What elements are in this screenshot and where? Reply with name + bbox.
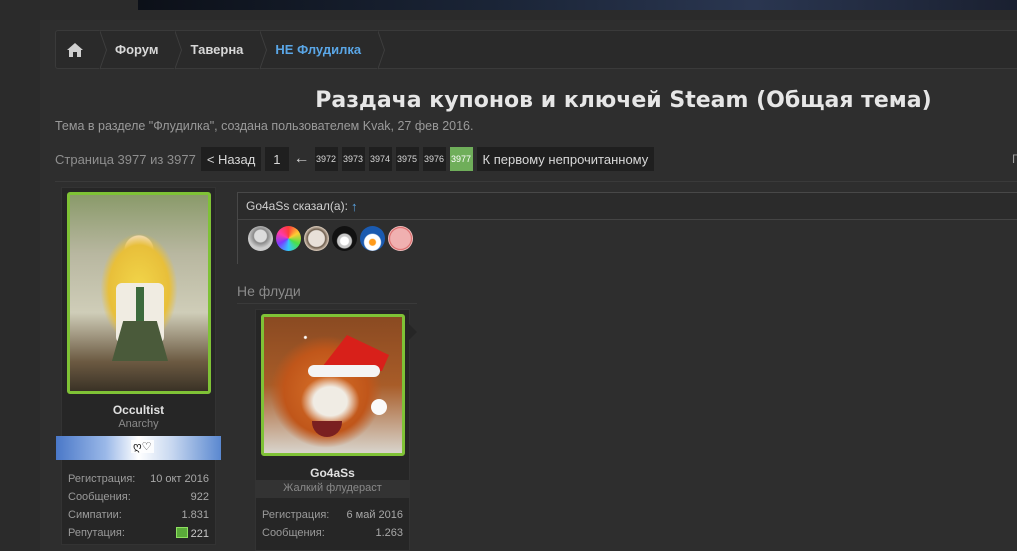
reputation-value: 221 [175, 526, 209, 540]
page-link[interactable]: 3974 [368, 147, 392, 171]
stat-label: Репутация: [68, 527, 125, 539]
page-link[interactable]: 3976 [422, 147, 446, 171]
user-stats: Регистрация: 6 май 2016 Сообщения: 1.263 [262, 506, 403, 542]
divider [55, 181, 1017, 182]
user-stats: Регистрация: 10 окт 2016 Сообщения: 922 … [68, 470, 209, 542]
avatar[interactable] [67, 192, 211, 394]
user-banner: ღ♡ [56, 436, 221, 460]
avatar-art-brim [308, 365, 380, 377]
quote-author: Go4aSs сказал(а): [246, 199, 348, 213]
stat-label: Регистрация: [262, 509, 330, 521]
username[interactable]: Go4aSs [255, 466, 410, 480]
page-link-first[interactable]: 1 [265, 147, 289, 171]
old-woman-icon [248, 226, 273, 251]
user-title: Anarchy [118, 418, 159, 430]
breadcrumb-home[interactable] [56, 30, 107, 70]
stat-label: Регистрация: [68, 473, 136, 485]
right-edge-text: Г [1012, 152, 1017, 166]
breadcrumb-ne-fludilka[interactable]: НЕ Флудилка [261, 30, 385, 70]
page-title: Раздача купонов и ключей Steam (Общая те… [315, 88, 932, 113]
prev-page-button[interactable]: < Назад [200, 147, 262, 171]
stat-label: Симпатии: [68, 509, 122, 521]
page-counter: Страница 3977 из 3977 [55, 151, 196, 167]
username[interactable]: Occultist [61, 403, 216, 417]
stat-value: 1.831 [181, 509, 209, 521]
page-link[interactable]: 3973 [341, 147, 365, 171]
quote-header: Go4aSs сказал(а): ↑ [238, 193, 1017, 220]
avatar-art-mouth [312, 421, 342, 437]
post-text: Не флуди [237, 283, 301, 299]
stat-value: 6 май 2016 [346, 509, 403, 521]
stat-value: 10 окт 2016 [150, 473, 209, 485]
quote-block: Go4aSs сказал(а): ↑ [237, 192, 1017, 264]
breadcrumb-tavern[interactable]: Таверна [176, 30, 268, 70]
stat-row: Регистрация: 10 окт 2016 [68, 470, 209, 488]
stat-row: Репутация: 221 [68, 524, 209, 542]
stat-value[interactable]: 1.263 [375, 527, 403, 539]
page-link[interactable]: 3972 [314, 147, 338, 171]
reputation-icon [175, 526, 188, 538]
stat-value: 221 [190, 527, 209, 540]
avatar[interactable] [261, 314, 405, 456]
stat-row: Сообщения: 1.263 [262, 524, 403, 542]
divider [237, 303, 417, 304]
page-link-current[interactable]: 3977 [449, 147, 473, 171]
stat-label: Сообщения: [262, 527, 325, 539]
stat-value[interactable]: 922 [191, 491, 209, 503]
jump-to-quote-link[interactable]: ↑ [351, 199, 358, 214]
user-title: Жалкий флудераст [283, 482, 382, 494]
stat-row: Регистрация: 6 май 2016 [262, 506, 403, 524]
stat-row: Симпатии: 1.831 [68, 506, 209, 524]
first-unread-button[interactable]: К первому непрочитанному [476, 147, 655, 171]
breadcrumb: Форум Таверна НЕ Флудилка [55, 30, 1017, 70]
pagination: Страница 3977 из 3977 < Назад 1 ← 3972 3… [55, 147, 655, 171]
pink-blob-icon [388, 226, 413, 251]
penguin-icon [360, 226, 385, 251]
page-link[interactable]: 3975 [395, 147, 419, 171]
screaming-face-icon [332, 226, 357, 251]
page-jump-arrow[interactable]: ← [293, 150, 311, 168]
user-banner-text: ღ♡ [131, 440, 154, 453]
stat-label: Сообщения: [68, 491, 131, 503]
avatar-art-pompom [371, 399, 387, 415]
emoji-row [238, 220, 1017, 251]
cat-face-icon [304, 226, 329, 251]
top-banner [138, 0, 1017, 10]
breadcrumb-forum[interactable]: Форум [101, 30, 184, 70]
thread-meta: Тема в разделе "Флудилка", создана польз… [55, 119, 474, 133]
rainbow-face-icon [276, 226, 301, 251]
stat-row: Сообщения: 922 [68, 488, 209, 506]
home-icon [67, 42, 83, 57]
